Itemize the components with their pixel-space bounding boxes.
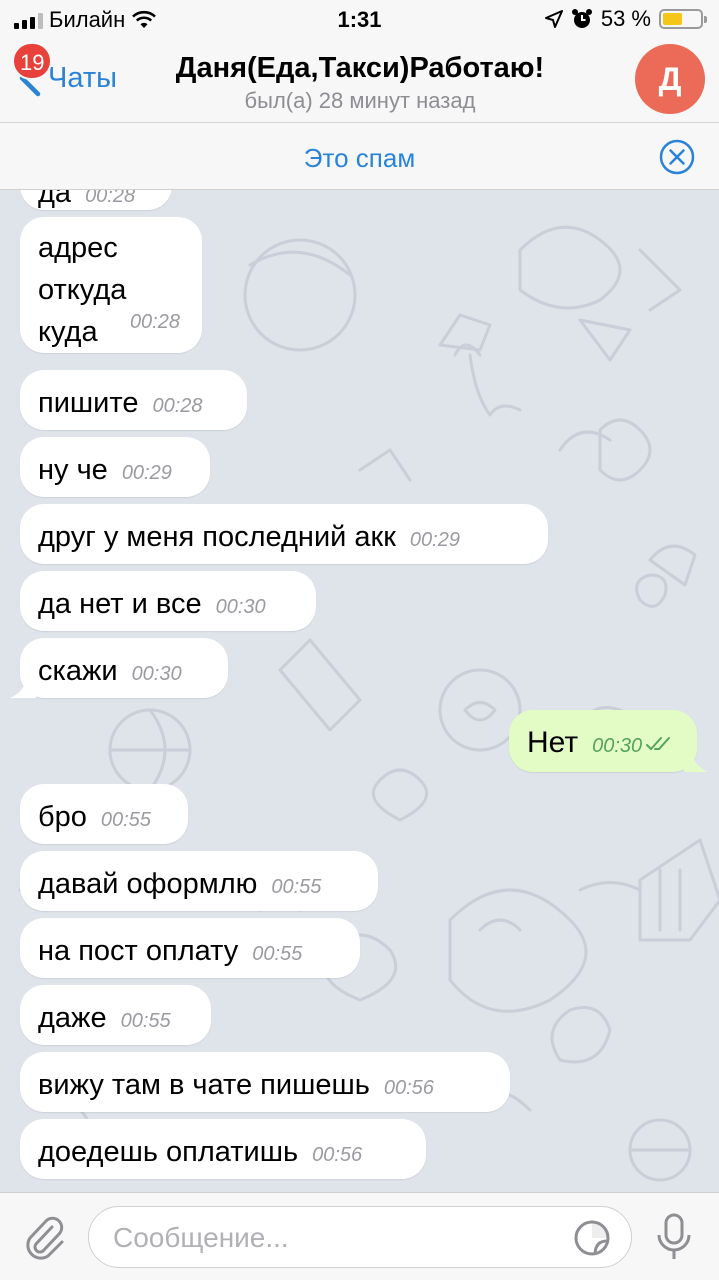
message-text: да [38,190,72,209]
bubble-tail [684,750,708,772]
location-arrow-icon [544,10,563,28]
message-bubble[interactable]: друг у меня последний акк 00:29 [20,504,548,564]
message-time: 00:28 [85,190,136,207]
back-button-label: Чаты [48,61,117,94]
message-text: Нет [527,726,579,759]
message-bubble[interactable]: давай оформлю 00:55 [20,851,378,911]
close-icon[interactable] [659,139,695,175]
message-time: 00:28 [152,395,203,417]
status-bar: Билайн 1:31 53 % [0,0,719,38]
chat-header: Чаты 19 Даня(Еда,Такси)Работаю! был(а) 2… [0,38,719,122]
message-bubble[interactable]: доедешь оплатишь 00:56 [20,1119,426,1179]
message-input[interactable] [111,1217,555,1259]
battery-percent: 53 % [600,6,651,31]
report-spam-bar: Это спам [0,122,719,190]
message-bubble[interactable]: даже 00:55 [20,985,211,1045]
message-bubble[interactable]: ну че 00:29 [20,437,210,497]
message-text: вижу там в чате пишешь [38,1069,370,1101]
message-time: 00:30 [592,735,643,757]
message-text: ну че [38,454,108,486]
message-text: скажи [38,655,118,687]
battery-fill [663,13,682,25]
message-time: 00:29 [409,529,460,551]
message-text: пишите [38,387,139,419]
microphone-icon[interactable] [654,1213,694,1263]
message-time: 00:28 [129,311,180,333]
unread-count-badge: 19 [12,42,53,80]
sticker-icon[interactable] [573,1219,611,1257]
contact-avatar[interactable]: Д [635,44,705,114]
message-bubble[interactable]: адрес откуда куда 00:28 [20,217,202,353]
message-bubble[interactable]: вижу там в чате пишешь 00:56 [20,1052,510,1112]
message-text: друг у меня последний акк [38,521,396,553]
message-bubble[interactable]: на пост оплату 00:55 [20,918,360,978]
last-seen-status: был(а) 28 минут назад [244,88,476,113]
composer-bar [0,1192,719,1280]
alarm-clock-icon [571,9,592,28]
report-spam-button[interactable]: Это спам [0,143,719,174]
chat-title[interactable]: Даня(Еда,Такси)Работаю! [120,52,600,85]
battery-icon [659,9,707,29]
message-bubble[interactable]: да нет и все 00:30 [20,571,316,631]
bubble-tail [10,676,36,698]
message-bubble[interactable]: скажи 00:30 [20,638,228,698]
message-bubble[interactable]: да 00:28 [20,190,172,210]
message-time: 00:30 [215,596,266,618]
message-time: 00:30 [131,663,182,685]
message-bubble[interactable]: бро 00:55 [20,784,188,844]
message-time: 00:56 [383,1077,434,1099]
message-time: 00:55 [100,809,151,831]
message-text: давай оформлю [38,868,258,900]
message-text: на пост оплату [38,935,239,967]
message-time: 00:55 [120,1010,171,1032]
message-text: даже [38,1002,107,1034]
message-time: 00:55 [252,943,303,965]
read-checkmarks-icon [646,737,671,751]
attachment-icon[interactable] [22,1213,66,1261]
message-time: 00:55 [271,876,322,898]
message-list[interactable]: да 00:28 адрес откуда куда 00:28 пишите 00… [0,190,719,1192]
message-text: доедешь оплатишь [38,1136,299,1168]
message-bubble[interactable]: пишите 00:28 [20,370,247,430]
message-bubble-outgoing[interactable]: Нет 00:30 [509,710,697,772]
message-time: 00:56 [312,1144,363,1166]
message-input-field[interactable] [88,1206,632,1268]
message-text: бро [38,801,87,833]
message-time: 00:29 [121,462,172,484]
message-text: да нет и все [38,588,202,620]
status-right: 53 % [544,6,707,32]
